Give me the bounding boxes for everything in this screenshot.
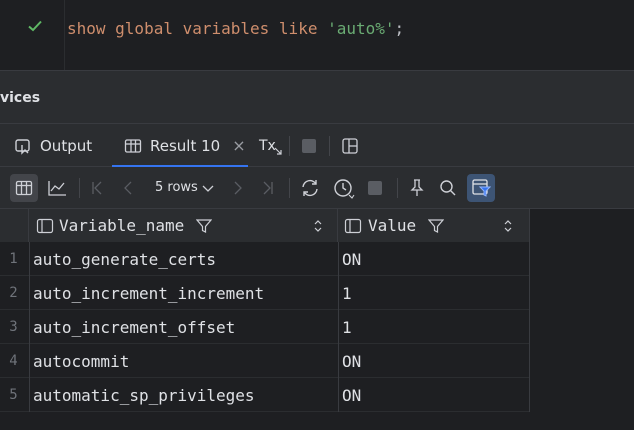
column-divider bbox=[338, 242, 339, 412]
chart-icon bbox=[48, 181, 66, 196]
cell-value[interactable]: ON bbox=[342, 250, 361, 269]
sql-string: 'auto%' bbox=[327, 19, 395, 38]
check-icon bbox=[28, 20, 42, 32]
cell-value[interactable]: ON bbox=[342, 386, 361, 405]
table-row[interactable]: 3 auto_increment_offset 1 bbox=[0, 310, 530, 344]
row-number: 3 bbox=[9, 319, 18, 335]
column-header-variable-name[interactable]: Variable_name bbox=[29, 209, 338, 242]
column-divider bbox=[29, 242, 30, 412]
services-panel-header: vices bbox=[0, 70, 634, 123]
cell-variable-name[interactable]: auto_generate_certs bbox=[33, 250, 216, 269]
row-number: 5 bbox=[9, 387, 18, 403]
chevron-down-icon[interactable] bbox=[201, 180, 215, 196]
filter-icon[interactable] bbox=[428, 218, 445, 234]
previous-page-icon[interactable] bbox=[120, 178, 138, 198]
table-view-button[interactable] bbox=[10, 174, 38, 202]
table-row[interactable]: 5 automatic_sp_privileges ON bbox=[0, 378, 530, 412]
tab-tx[interactable]: Tx bbox=[259, 124, 282, 167]
cell-value[interactable]: ON bbox=[342, 352, 361, 371]
stop-icon[interactable] bbox=[366, 179, 384, 197]
result-grid: Variable_name Value 1 auto_generate_cert… bbox=[0, 209, 634, 430]
chart-view-button[interactable] bbox=[45, 176, 69, 200]
cell-variable-name[interactable]: auto_increment_offset bbox=[33, 318, 235, 337]
tab-output-label: Output bbox=[40, 136, 93, 155]
cell-variable-name[interactable]: automatic_sp_privileges bbox=[33, 386, 255, 405]
filter-table-button[interactable] bbox=[467, 174, 495, 202]
row-number: 2 bbox=[9, 285, 18, 301]
filter-table-icon bbox=[472, 179, 491, 197]
divider bbox=[329, 136, 330, 156]
cell-variable-name[interactable]: auto_increment_increment bbox=[33, 284, 264, 303]
row-number: 4 bbox=[9, 353, 18, 369]
divider bbox=[289, 136, 290, 156]
table-icon bbox=[15, 180, 33, 196]
output-icon bbox=[15, 138, 30, 155]
clock-icon[interactable] bbox=[332, 177, 356, 199]
sql-editor[interactable]: show global variables like 'auto%'; bbox=[0, 0, 634, 70]
first-page-icon[interactable] bbox=[89, 178, 107, 198]
column-header-value[interactable]: Value bbox=[338, 209, 530, 242]
divider bbox=[397, 178, 398, 198]
sort-icon[interactable] bbox=[313, 219, 323, 233]
result-tabs: Output Result 10 × Tx bbox=[0, 123, 634, 167]
next-page-icon[interactable] bbox=[228, 178, 246, 198]
page-size-selector[interactable]: 5 rows bbox=[155, 180, 198, 195]
tx-arrow-icon bbox=[274, 147, 282, 155]
result-toolbar: 5 rows bbox=[0, 167, 634, 209]
row-number-header bbox=[0, 209, 29, 242]
row-number: 1 bbox=[9, 251, 18, 267]
cell-variable-name[interactable]: autocommit bbox=[33, 352, 129, 371]
tab-output[interactable]: Output bbox=[14, 124, 92, 167]
column-name: Variable_name bbox=[59, 216, 185, 235]
cell-value[interactable]: 1 bbox=[342, 318, 352, 337]
divider bbox=[79, 178, 80, 198]
layout-icon[interactable] bbox=[340, 136, 360, 156]
panel-title: vices bbox=[0, 90, 41, 106]
tab-result-10[interactable]: Result 10 × bbox=[124, 124, 246, 167]
sql-statement[interactable]: show global variables like 'auto%'; bbox=[67, 19, 404, 39]
close-icon[interactable]: × bbox=[232, 136, 245, 155]
tab-result-label: Result 10 bbox=[150, 136, 221, 155]
table-row[interactable]: 1 auto_generate_certs ON bbox=[0, 242, 530, 276]
last-page-icon[interactable] bbox=[258, 178, 276, 198]
sort-icon[interactable] bbox=[503, 219, 513, 233]
sql-keywords: show global variables like bbox=[67, 19, 318, 38]
search-icon[interactable] bbox=[438, 178, 458, 198]
stop-icon[interactable] bbox=[300, 137, 318, 155]
column-icon bbox=[344, 218, 362, 233]
divider bbox=[289, 178, 290, 198]
grid-right-edge bbox=[529, 209, 530, 412]
gutter-divider bbox=[64, 0, 65, 70]
column-icon bbox=[36, 218, 54, 233]
table-row[interactable]: 4 autocommit ON bbox=[0, 344, 530, 378]
refresh-icon[interactable] bbox=[299, 177, 321, 199]
pin-icon[interactable] bbox=[407, 178, 427, 198]
sql-semicolon: ; bbox=[394, 19, 405, 38]
column-name: Value bbox=[368, 216, 417, 235]
table-row[interactable]: 2 auto_increment_increment 1 bbox=[0, 276, 530, 310]
filter-icon[interactable] bbox=[196, 218, 213, 234]
cell-value[interactable]: 1 bbox=[342, 284, 352, 303]
table-icon bbox=[124, 138, 142, 153]
